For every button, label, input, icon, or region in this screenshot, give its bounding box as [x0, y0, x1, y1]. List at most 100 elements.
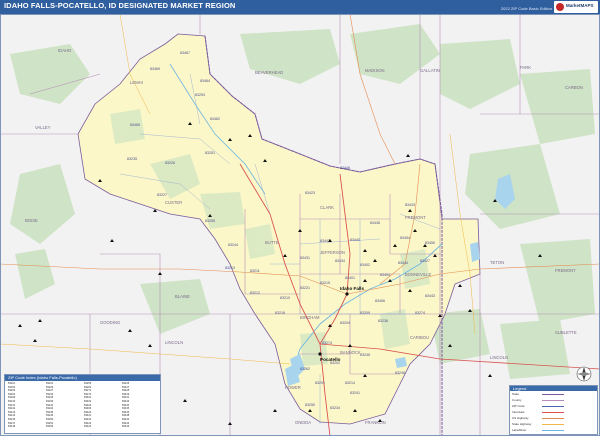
county-label-lemhi: LEMHI — [130, 80, 143, 85]
city-label-pocatello: Pocatello — [320, 357, 341, 362]
zip-index-column-1: 83201 83202 83203 83204 83209 83210 8321… — [8, 382, 42, 429]
zip-label: 83262 — [300, 367, 310, 371]
county-label-fremont-wy: FREMONT — [555, 268, 576, 273]
zip-label: 83213 — [225, 266, 235, 270]
map-edition: 2022 ZIP Code Basic Edition — [500, 6, 552, 11]
county-label-lincoln: LINCOLN — [165, 340, 183, 345]
county-label-clark: CLARK — [320, 205, 334, 210]
zip-label: 83234 — [330, 406, 340, 410]
zip-label: 83444 — [398, 261, 408, 265]
city-marker-pocatello[interactable] — [318, 352, 322, 356]
county-label-franklin: FRANKLIN — [365, 420, 386, 425]
zip-label: 83433 — [405, 203, 415, 207]
county-label-lincoln-wy: LINCOLN — [490, 355, 508, 360]
county-label-custer: CUSTER — [165, 200, 182, 205]
zip-index-column-3: 83255 83262 83271 83274 83401 83402 8340… — [84, 382, 118, 429]
county-label-idaho: IDAHO — [58, 48, 72, 53]
zip-label: 83241 — [350, 391, 360, 395]
zip-label: 83406 — [375, 299, 385, 303]
zip-index-entry: 83253 — [46, 425, 54, 429]
map-frame: IDAHO FALLS-POCATELLO, ID DESIGNATED MAR… — [0, 0, 600, 436]
zip-label: 83274 — [415, 311, 425, 315]
county-label-carbon: CARBON — [565, 85, 583, 90]
zip-label: 83467 — [180, 51, 190, 55]
zip-label: 83443 — [425, 294, 435, 298]
county-label-butte: BUTTE — [265, 240, 279, 245]
zip-label: 83465 — [130, 123, 140, 127]
zip-label: 83210 — [280, 296, 290, 300]
legend-swatch — [542, 430, 564, 432]
zip-label: 83446 — [340, 166, 350, 170]
zip-label: 83401 — [345, 276, 355, 280]
county-label-valley: VALLEY — [35, 125, 51, 130]
zip-index-entry: 83443 — [122, 425, 130, 429]
zip-label: 83212 — [250, 291, 260, 295]
zip-label: 83436 — [370, 221, 380, 225]
zip-label: 83244 — [228, 243, 238, 247]
legend-item-label: US Highway — [512, 416, 529, 420]
zip-index-column-2: 83221 83226 83227 83234 83235 83236 8324… — [46, 382, 80, 429]
zip-label: 83209 — [360, 311, 370, 315]
zip-index-title: ZIP Code Index (Idaho Falls-Pocatello) — [8, 375, 77, 380]
zip-label: 83227 — [157, 193, 167, 197]
zip-label: 83215 — [320, 281, 330, 285]
legend-swatch — [542, 424, 564, 426]
legend-item-label: State Highway — [512, 422, 532, 426]
county-label-blaine: BLAINE — [175, 294, 190, 299]
title-bar: IDAHO FALLS-POCATELLO, ID DESIGNATED MAR… — [0, 0, 600, 14]
legend-item-zip: ZIP Code — [512, 404, 596, 409]
legend-item-county: County — [512, 398, 596, 403]
publisher-logo: MarketMAPS — [554, 1, 598, 13]
county-label-park: PARK — [520, 65, 531, 70]
zip-label: 83427 — [420, 259, 430, 263]
zip-index-column-4: 83425 83427 83428 83429 83431 83433 8343… — [122, 382, 156, 429]
county-label-teton: TETON — [490, 260, 504, 265]
legend-item-label: Interstate — [512, 410, 525, 414]
legend-item-label: ZIP Code — [512, 404, 525, 408]
city-label-idaho-falls: Idaho Falls — [340, 286, 364, 291]
zip-label: 83440 — [350, 238, 360, 242]
county-label-power: POWER — [285, 385, 301, 390]
county-label-bingham: BINGHAM — [300, 315, 320, 320]
zip-label: 83251 — [205, 151, 215, 155]
zip-label: 83423 — [305, 191, 315, 195]
zip-label: 83442 — [320, 239, 330, 243]
legend-swatch — [542, 412, 564, 414]
map-legend-title: Legend — [513, 386, 527, 391]
legend-item-us-highway: US Highway — [512, 416, 596, 421]
zip-label: 83253 — [195, 93, 205, 97]
zip-label: 83450 — [425, 241, 435, 245]
legend-item-label: Lake/River — [512, 428, 527, 432]
map-canvas[interactable]: IDAHO LEMHI BEAVERHEAD MADISON GALLATIN … — [0, 14, 600, 436]
zip-label: 83434 — [335, 259, 345, 263]
zip-label: 83236 — [378, 319, 388, 323]
zip-label: 83250 — [305, 403, 315, 407]
county-label-madison: MADISON — [365, 68, 385, 73]
zip-label: 83246 — [395, 371, 405, 375]
zip-label: 83211 — [250, 269, 260, 273]
legend-item-label: State — [512, 392, 520, 396]
zip-index-table: ZIP Code Index (Idaho Falls-Pocatello) 8… — [4, 374, 161, 434]
county-label-gallatin: GALLATIN — [420, 68, 440, 73]
zip-label: 83469 — [150, 67, 160, 71]
map-svg[interactable]: IDAHO LEMHI BEAVERHEAD MADISON GALLATIN … — [0, 14, 600, 436]
zip-label: 83214 — [345, 381, 355, 385]
compass-icon — [576, 366, 592, 382]
county-label-caribou: CARIBOU — [410, 335, 429, 340]
city-marker-idaho-falls[interactable] — [345, 292, 349, 296]
zip-label: 83255 — [205, 219, 215, 223]
zip-label: 83454 — [400, 236, 410, 240]
zip-index-header: ZIP Code Index (Idaho Falls-Pocatello) — [5, 375, 160, 381]
zip-label: 83404 — [380, 273, 390, 277]
legend-item-label: County — [512, 398, 522, 402]
zip-label: 83245 — [360, 353, 370, 357]
legend-item-interstate: Interstate — [512, 410, 596, 415]
county-label-beaverhead: BEAVERHEAD — [255, 70, 283, 75]
county-label-fremont: FREMONT — [405, 215, 426, 220]
zip-label: 83462 — [210, 117, 220, 121]
zip-label: 83226 — [165, 161, 175, 165]
zip-label: 83402 — [360, 263, 370, 267]
zip-label: 83221 — [300, 286, 310, 290]
zip-label: 83204 — [340, 321, 350, 325]
county-label-bonneville: BONNEVILLE — [405, 272, 432, 277]
